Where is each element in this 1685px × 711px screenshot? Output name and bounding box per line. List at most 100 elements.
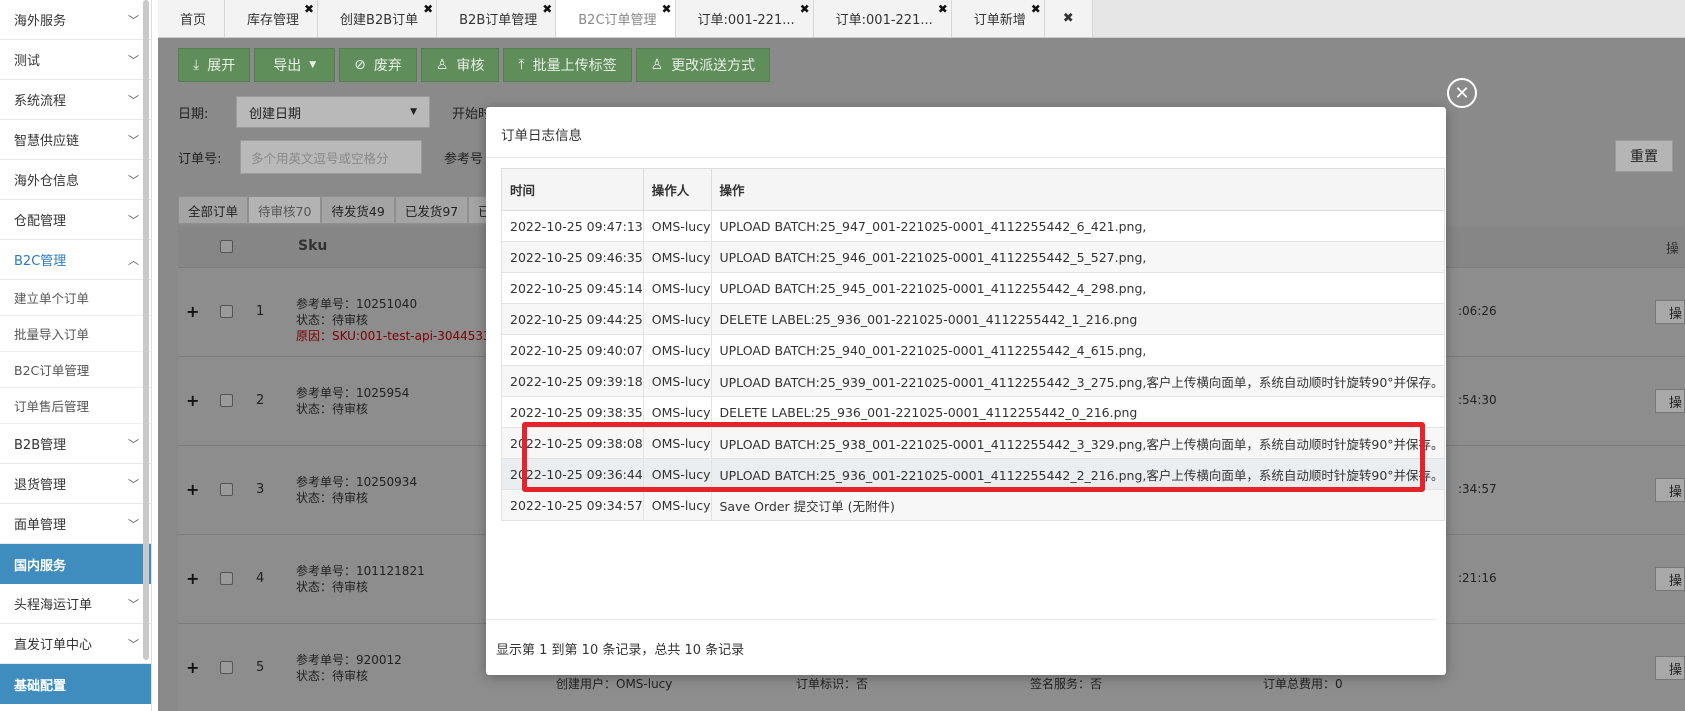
expand-button[interactable]: ⤓ 展开 bbox=[178, 48, 251, 82]
close-icon[interactable]: ✖ bbox=[1031, 2, 1041, 16]
sidebar-item[interactable]: 退货管理 ﹀ bbox=[0, 464, 151, 504]
tab[interactable]: 首页 bbox=[158, 0, 226, 37]
sidebar-item-label: B2C管理 bbox=[14, 254, 67, 269]
batch-upload-label-button[interactable]: ⤒ 批量上传标签 bbox=[503, 48, 632, 82]
order-number-input[interactable]: 多个用英文逗号或空格分 bbox=[240, 140, 422, 174]
status-subtab[interactable]: 已发货97 bbox=[394, 196, 469, 224]
row-checkbox[interactable] bbox=[220, 661, 233, 674]
sidebar-section[interactable]: 基础配置 bbox=[0, 664, 151, 704]
sidebar-subitem[interactable]: 订单售后管理 bbox=[0, 388, 151, 424]
table-row: 2022-10-25 09:34:57 OMS-lucy Save Order 提交… bbox=[501, 489, 1445, 521]
expand-row-icon[interactable]: + bbox=[186, 391, 199, 410]
select-all-checkbox[interactable] bbox=[220, 240, 233, 253]
expand-row-icon[interactable]: + bbox=[186, 569, 199, 588]
discard-button[interactable]: ⊘ 废弃 bbox=[339, 48, 417, 82]
close-all-tabs-icon[interactable]: ✖ bbox=[1044, 0, 1093, 37]
sidebar-item-label: 国内服务 bbox=[14, 558, 67, 574]
tab[interactable]: 订单:001-221... ✖ bbox=[813, 0, 952, 37]
sidebar-item[interactable]: 仓配管理 ﹀ bbox=[0, 200, 151, 240]
chevron-down-icon: ﹀ bbox=[128, 517, 139, 531]
sidebar-subitem[interactable]: 建立单个订单 bbox=[0, 280, 151, 316]
expand-row-icon[interactable]: + bbox=[186, 658, 199, 677]
sidebar-item[interactable]: B2B管理 ﹀ bbox=[0, 424, 151, 464]
sidebar-item-label: B2B管理 bbox=[14, 438, 67, 453]
order-filter-row: 订单号: 多个用英文逗号或空格分 参考号 bbox=[178, 140, 483, 174]
pagination-info: 显示第 1 到第 10 条记录，总共 10 条记录 bbox=[496, 643, 745, 658]
tab[interactable]: 订单新增 ✖ bbox=[951, 0, 1045, 37]
export-button[interactable]: 导出 ▼ bbox=[254, 48, 336, 82]
close-icon[interactable]: ✖ bbox=[423, 2, 433, 16]
sidebar-item-label: 面单管理 bbox=[14, 518, 67, 533]
expand-row-icon[interactable]: + bbox=[186, 480, 199, 499]
tab[interactable]: 创建B2B订单 ✖ bbox=[318, 0, 438, 37]
status-subtab[interactable]: 待发货49 bbox=[321, 196, 395, 224]
row-checkbox[interactable] bbox=[220, 305, 233, 318]
tab[interactable]: 库存管理 ✖ bbox=[225, 0, 319, 37]
sidebar-subitem[interactable]: B2C订单管理 bbox=[0, 352, 151, 388]
sidebar-item-label: 海外服务 bbox=[14, 14, 67, 29]
sidebar-subitem[interactable]: 批量导入订单 bbox=[0, 316, 151, 352]
log-operation: UPLOAD BATCH:25_939_001-221025-0001_4112… bbox=[710, 365, 1445, 397]
reset-button[interactable]: 重置 bbox=[1615, 140, 1673, 172]
sidebar-section[interactable]: 国内服务 bbox=[0, 544, 151, 584]
tab[interactable]: B2B订单管理 ✖ bbox=[437, 0, 557, 37]
sidebar-scrollbar[interactable] bbox=[143, 0, 149, 660]
table-row: 2022-10-25 09:40:07 OMS-lucy UPLOAD BATCH:… bbox=[501, 334, 1445, 366]
log-operation: UPLOAD BATCH:25_940_001-221025-0001_4112… bbox=[710, 334, 1445, 366]
tab[interactable]: 订单:001-221... ✖ bbox=[675, 0, 814, 37]
expand-row-icon[interactable]: + bbox=[186, 302, 199, 321]
row-checkbox[interactable] bbox=[220, 572, 233, 585]
sidebar-item-label: 直发订单中心 bbox=[14, 638, 93, 653]
row-time: :06:26 bbox=[1458, 304, 1497, 318]
row-info: 参考单号：101121821 状态：待审核 bbox=[296, 564, 425, 594]
audit-button[interactable]: ♙ 审核 bbox=[420, 48, 500, 82]
sidebar-item[interactable]: 头程海运订单 ﹀ bbox=[0, 584, 151, 624]
row-action-button[interactable]: 操 bbox=[1655, 389, 1685, 413]
close-icon[interactable]: ✖ bbox=[661, 2, 671, 16]
sidebar-item-label: 系统流程 bbox=[14, 94, 67, 109]
table-row: 2022-10-25 09:46:35 OMS-lucy UPLOAD BATCH:… bbox=[501, 241, 1445, 273]
sidebar-item[interactable]: 智慧供应链 ﹀ bbox=[0, 120, 151, 160]
row-checkbox[interactable] bbox=[220, 394, 233, 407]
col-time: 时间 bbox=[501, 168, 644, 211]
close-icon[interactable]: ✖ bbox=[938, 2, 948, 16]
tab[interactable]: B2C订单管理 ✖ bbox=[556, 0, 676, 37]
chevron-down-icon: ﹀ bbox=[128, 213, 139, 227]
status-subtab[interactable]: 全部订单 bbox=[178, 196, 249, 224]
col-operation: 操作 bbox=[710, 168, 1445, 211]
log-operation: UPLOAD BATCH:25_945_001-221025-0001_4112… bbox=[710, 272, 1445, 304]
log-operator: OMS-lucy bbox=[642, 210, 712, 242]
sidebar-item-label: 退货管理 bbox=[14, 478, 67, 493]
close-icon[interactable]: ✖ bbox=[304, 2, 314, 16]
close-icon[interactable]: ✖ bbox=[542, 2, 552, 16]
sidebar-item[interactable]: 系统流程 ﹀ bbox=[0, 80, 151, 120]
change-delivery-button[interactable]: ♙ 更改派送方式 bbox=[635, 48, 771, 82]
chevron-down-icon: ﹀ bbox=[128, 597, 139, 611]
sidebar-item-label: 头程海运订单 bbox=[14, 598, 93, 613]
sidebar-item[interactable]: B2C管理 ︿ bbox=[0, 240, 151, 280]
chevron-up-icon: ︿ bbox=[128, 253, 139, 267]
sidebar-item[interactable]: 面单管理 ﹀ bbox=[0, 504, 151, 544]
date-type-select[interactable]: 创建日期 ▼ bbox=[236, 96, 430, 128]
sidebar-item[interactable]: 海外服务 ﹀ bbox=[0, 0, 151, 40]
sidebar-item[interactable]: 海外仓信息 ﹀ bbox=[0, 160, 151, 200]
sidebar-item[interactable]: 测试 ﹀ bbox=[0, 40, 151, 80]
row-checkbox[interactable] bbox=[220, 483, 233, 496]
row-action-button[interactable]: 操 bbox=[1655, 300, 1685, 324]
sidebar-item-label: 批量导入订单 bbox=[14, 327, 90, 342]
row-action-button[interactable]: 操 bbox=[1655, 478, 1685, 502]
row-info: 参考单号：920012 状态：待审核 bbox=[296, 653, 402, 683]
log-time: 2022-10-25 09:45:14 bbox=[501, 272, 644, 304]
sidebar-item-label: 订单售后管理 bbox=[14, 399, 90, 414]
row-time: :54:30 bbox=[1458, 393, 1497, 407]
chevron-down-icon: ﹀ bbox=[128, 13, 139, 27]
chevron-down-icon: ﹀ bbox=[128, 173, 139, 187]
row-action-button[interactable]: 操 bbox=[1655, 567, 1685, 591]
status-subtab[interactable]: 待审核70 bbox=[248, 196, 322, 224]
sidebar-item[interactable]: 直发订单中心 ﹀ bbox=[0, 624, 151, 664]
row-action-button[interactable]: 操 bbox=[1655, 656, 1685, 680]
modal-close-icon[interactable]: ✕ bbox=[1447, 78, 1477, 108]
close-icon[interactable]: ✖ bbox=[800, 2, 810, 16]
chevron-down-icon: ﹀ bbox=[128, 133, 139, 147]
user-icon: ♙ bbox=[650, 57, 664, 73]
